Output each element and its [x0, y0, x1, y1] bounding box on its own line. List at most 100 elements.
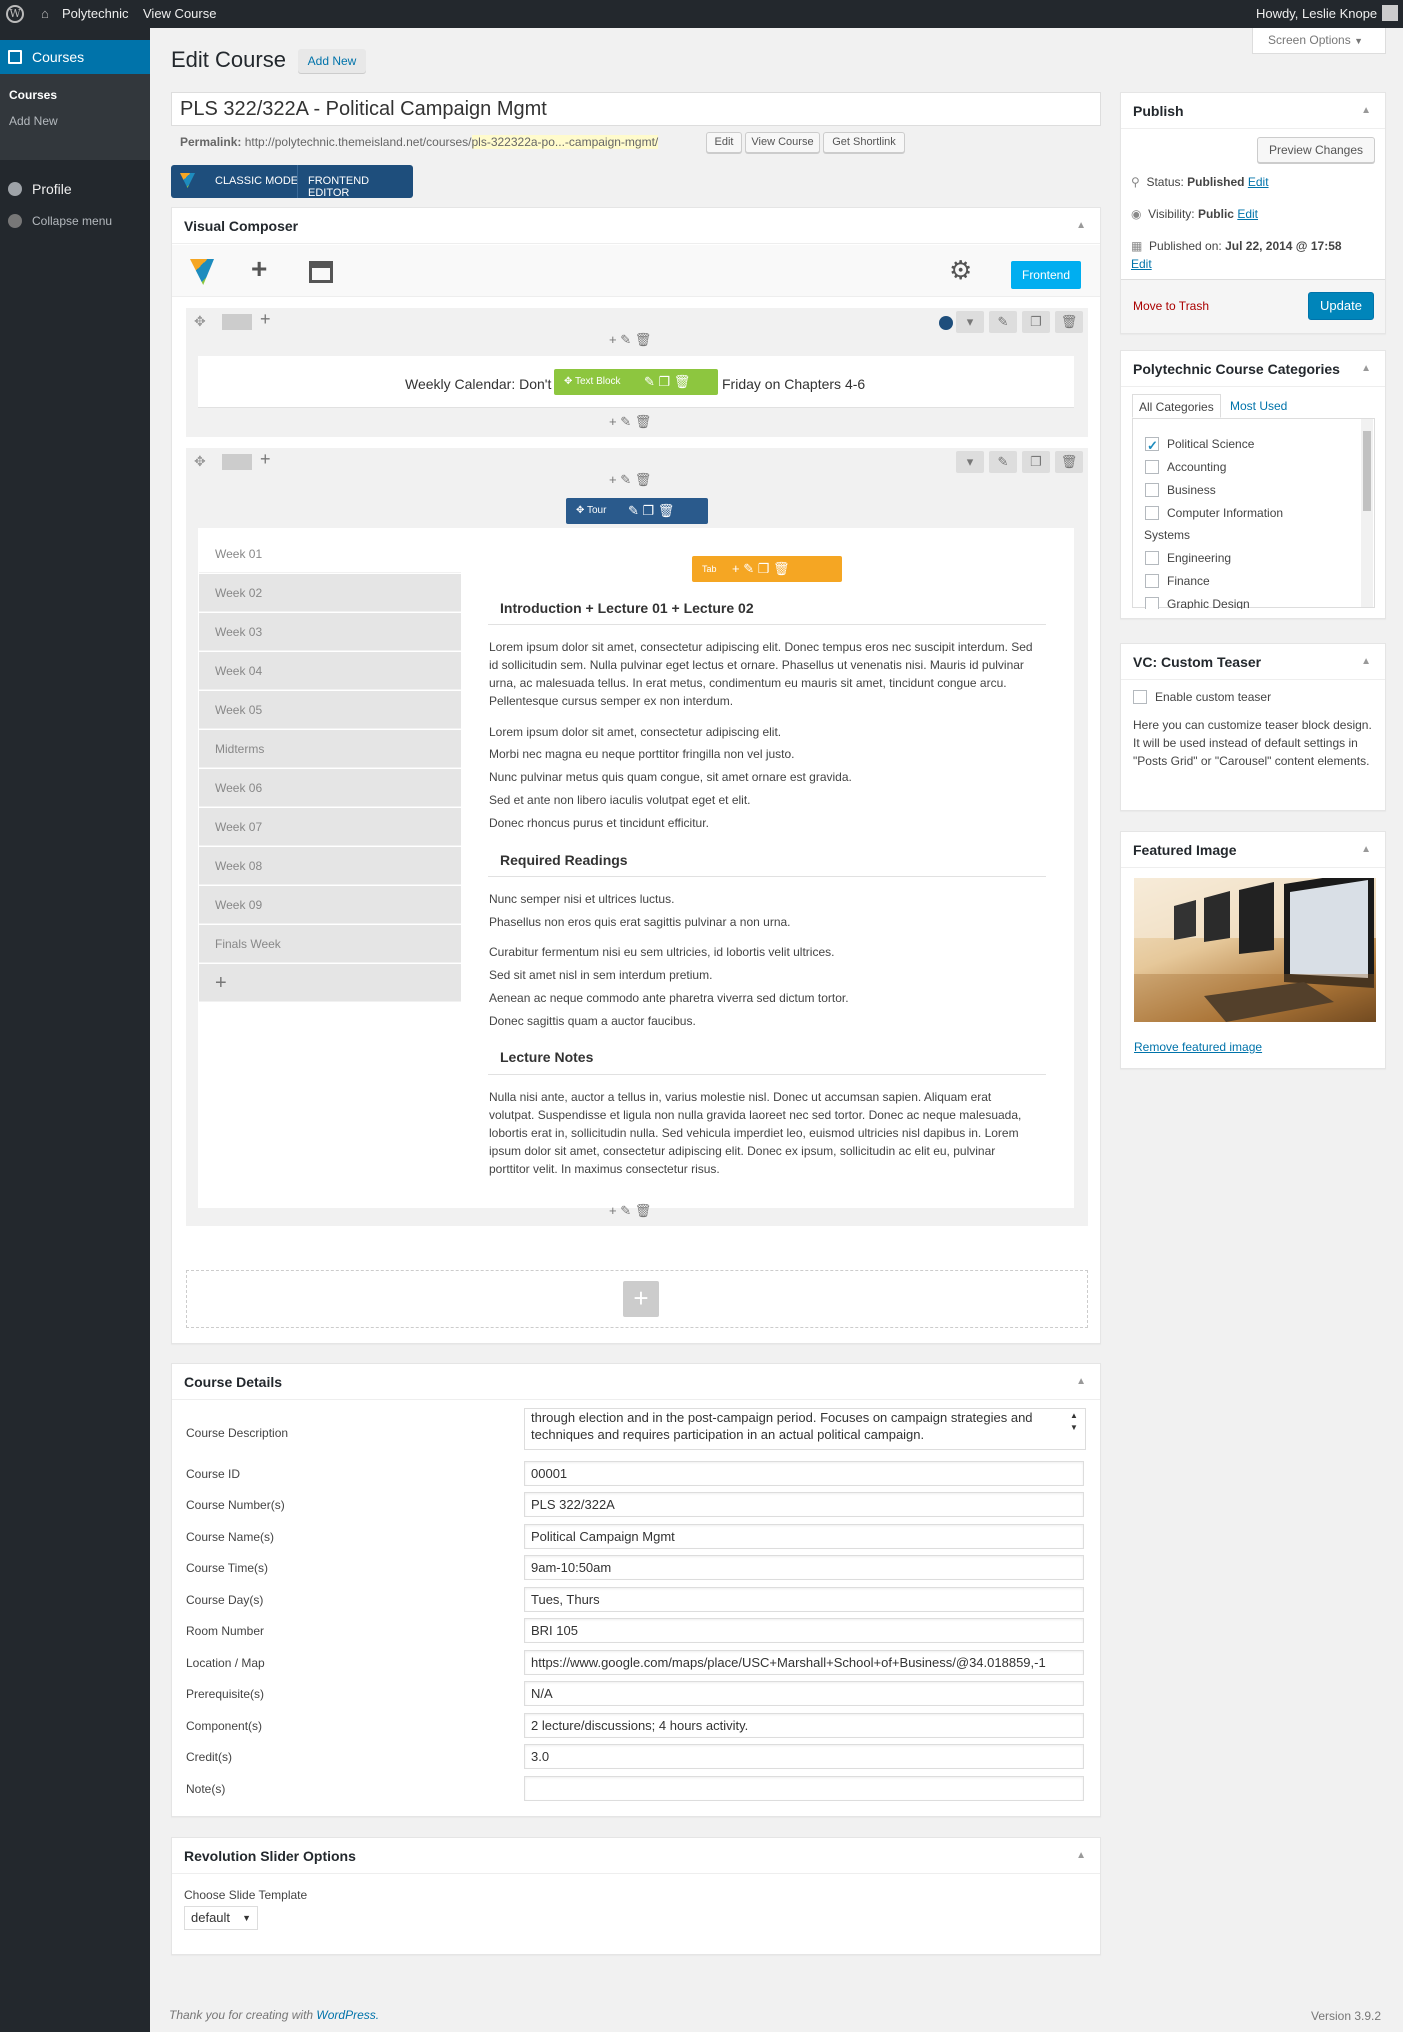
checkbox[interactable]	[1145, 506, 1159, 520]
collapse-arrow-icon[interactable]: ▲	[1076, 208, 1086, 244]
tab-week-09[interactable]: Week 09	[199, 886, 461, 924]
prerequisite-field[interactable]: N/A	[524, 1681, 1084, 1706]
rev-slider-header[interactable]: Revolution Slider Options ▲	[172, 1838, 1100, 1874]
collapse-arrow-icon[interactable]: ▲	[1361, 351, 1371, 387]
row-edit-icon[interactable]: ✎	[989, 451, 1017, 473]
category-political-science[interactable]: Political Science	[1145, 433, 1254, 457]
howdy-user[interactable]: Howdy, Leslie Knope	[1256, 0, 1377, 28]
category-business[interactable]: Business	[1145, 479, 1216, 501]
course-number-field[interactable]: PLS 322/322A	[524, 1492, 1084, 1517]
row-collapse-icon[interactable]: ▾	[956, 311, 984, 333]
credit-field[interactable]: 3.0	[524, 1744, 1084, 1769]
move-handle-icon[interactable]: ✥	[194, 313, 206, 330]
screen-options-button[interactable]: Screen Options ▼	[1252, 28, 1386, 54]
column-controls-bottom[interactable]: + ✎ 🗑	[609, 1203, 651, 1219]
enable-teaser-checkbox-row[interactable]: Enable custom teaser	[1133, 690, 1271, 704]
checkbox[interactable]	[1145, 483, 1159, 497]
sidebar-subitem-add-new[interactable]: Add New	[0, 108, 150, 134]
update-button[interactable]: Update	[1308, 292, 1374, 320]
remove-featured-image-link[interactable]: Remove featured image	[1134, 1040, 1262, 1054]
course-time-field[interactable]: 9am-10:50am	[524, 1555, 1084, 1580]
edit-status-link[interactable]: Edit	[1248, 175, 1269, 189]
tab-week-06[interactable]: Week 06	[199, 769, 461, 807]
scroll-arrows-icon[interactable]: ▲ ▼	[1070, 1410, 1078, 1434]
title-input[interactable]: PLS 322/322A - Political Campaign Mgmt	[171, 92, 1101, 126]
collapse-arrow-icon[interactable]: ▲	[1076, 1838, 1086, 1874]
category-accounting[interactable]: Accounting	[1145, 456, 1226, 478]
classic-mode-button[interactable]: CLASSIC MODE	[215, 175, 298, 187]
categories-header[interactable]: Polytechnic Course Categories ▲	[1121, 351, 1385, 387]
permalink-edit-button[interactable]: Edit	[706, 132, 742, 153]
frontend-editor-button[interactable]: FRONTEND EDITOR	[308, 175, 413, 199]
category-engineering[interactable]: Engineering	[1145, 547, 1231, 569]
course-day-field[interactable]: Tues, Thurs	[524, 1587, 1084, 1612]
row-clone-icon[interactable]: ❐	[1022, 311, 1050, 333]
tab-week-07[interactable]: Week 07	[199, 808, 461, 846]
tab-midterms[interactable]: Midterms	[199, 730, 461, 768]
note-field[interactable]	[524, 1776, 1084, 1801]
publish-header[interactable]: Publish ▲	[1121, 93, 1385, 129]
featured-image-header[interactable]: Featured Image ▲	[1121, 832, 1385, 868]
component-field[interactable]: 2 lecture/discussions; 4 hours activity.	[524, 1713, 1084, 1738]
course-description-textarea[interactable]: through election and in the post-campaig…	[524, 1408, 1086, 1450]
settings-gear-icon[interactable]: ⚙	[949, 255, 972, 286]
row-delete-icon[interactable]: 🗑	[1055, 311, 1083, 333]
tab-most-used[interactable]: Most Used	[1230, 394, 1287, 418]
sidebar-item-courses[interactable]: Courses	[0, 40, 150, 74]
slide-template-select[interactable]: default ▼	[184, 1906, 258, 1930]
tab-all-categories[interactable]: All Categories	[1132, 394, 1221, 418]
row-collapse-icon[interactable]: ▾	[956, 451, 984, 473]
collapse-arrow-icon[interactable]: ▲	[1076, 1364, 1086, 1400]
custom-teaser-header[interactable]: VC: Custom Teaser ▲	[1121, 644, 1385, 680]
category-scrollbar[interactable]	[1361, 419, 1373, 607]
add-column-icon[interactable]: +	[260, 309, 271, 330]
row-layout-icon[interactable]	[222, 314, 252, 330]
get-shortlink-button[interactable]: Get Shortlink	[823, 132, 905, 153]
add-element-icon[interactable]: +	[251, 253, 267, 285]
collapse-arrow-icon[interactable]: ▲	[1361, 644, 1371, 680]
text-block-controls[interactable]: ✥ Text Block ✎ ❐ 🗑	[554, 369, 718, 395]
course-details-header[interactable]: Course Details ▲	[172, 1364, 1100, 1400]
collapse-arrow-icon[interactable]: ▲	[1361, 832, 1371, 868]
column-controls[interactable]: + ✎ 🗑	[609, 472, 651, 488]
tab-week-05[interactable]: Week 05	[199, 691, 461, 729]
checkbox[interactable]	[1145, 574, 1159, 588]
vc-logo-icon[interactable]	[190, 259, 214, 285]
templates-icon[interactable]	[309, 261, 333, 283]
location-map-field[interactable]: https://www.google.com/maps/place/USC+Ma…	[524, 1650, 1084, 1675]
wordpress-link[interactable]: WordPress.	[316, 2008, 379, 2022]
row-edit-icon[interactable]: ✎	[989, 311, 1017, 333]
collapse-arrow-icon[interactable]: ▲	[1361, 93, 1371, 129]
checkbox[interactable]	[1145, 460, 1159, 474]
column-controls-bottom[interactable]: + ✎ 🗑	[609, 414, 651, 430]
edit-visibility-link[interactable]: Edit	[1237, 207, 1258, 221]
tab-week-03[interactable]: Week 03	[199, 613, 461, 651]
move-to-trash-link[interactable]: Move to Trash	[1133, 299, 1209, 313]
tab-week-01[interactable]: Week 01	[199, 535, 461, 573]
vc-header[interactable]: Visual Composer ▲	[172, 208, 1100, 244]
permalink-slug[interactable]: pls-322322a-po...-campaign-mgmt/	[471, 135, 659, 149]
row-clone-icon[interactable]: ❐	[1022, 451, 1050, 473]
category-computer-information[interactable]: Computer Information	[1145, 502, 1283, 524]
sidebar-item-profile[interactable]: Profile	[0, 176, 150, 202]
preview-changes-button[interactable]: Preview Changes	[1257, 137, 1375, 163]
checkbox[interactable]	[1145, 551, 1159, 565]
course-id-field[interactable]: 00001	[524, 1461, 1084, 1486]
checkbox-checked[interactable]	[1145, 435, 1159, 457]
frontend-button[interactable]: Frontend	[1011, 261, 1081, 289]
category-finance[interactable]: Finance	[1145, 570, 1210, 592]
site-name-link[interactable]: Polytechnic	[62, 0, 128, 28]
row-layout-icon[interactable]	[222, 454, 252, 470]
add-element-area[interactable]: +	[186, 1270, 1088, 1328]
move-handle-icon[interactable]: ✥	[194, 453, 206, 470]
wordpress-logo-icon[interactable]: W	[6, 5, 24, 23]
checkbox[interactable]	[1133, 690, 1147, 704]
category-graphic-design[interactable]: Graphic Design	[1145, 593, 1250, 609]
tab-week-08[interactable]: Week 08	[199, 847, 461, 885]
column-controls[interactable]: + ✎ 🗑	[609, 332, 651, 348]
avatar[interactable]	[1382, 5, 1398, 21]
checkbox[interactable]	[1145, 597, 1159, 609]
tab-controls[interactable]: Tab + ✎ ❐ 🗑	[692, 556, 842, 582]
edit-date-link[interactable]: Edit	[1131, 257, 1152, 271]
tab-week-04[interactable]: Week 04	[199, 652, 461, 690]
